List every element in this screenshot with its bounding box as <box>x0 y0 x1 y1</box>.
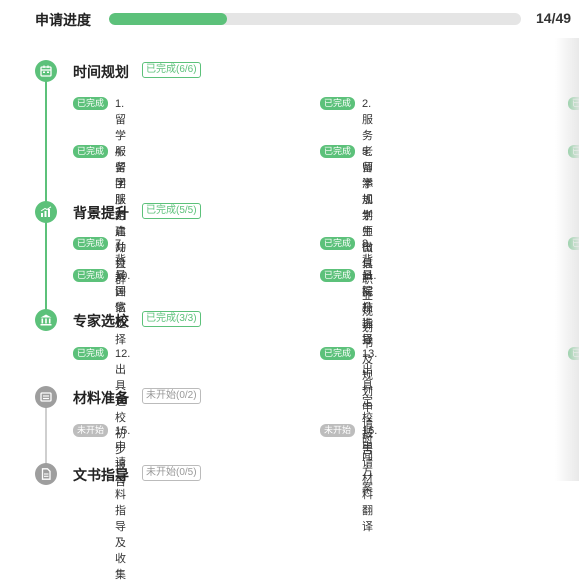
progress-count: 14/49 <box>536 10 572 26</box>
progress-header: 申请进度 14/49 <box>0 0 579 38</box>
university-icon <box>35 309 57 331</box>
status-badge: 已完成 <box>73 269 109 282</box>
section-status-badge: 未开始(0/5) <box>142 465 201 481</box>
status-badge: 已完成 <box>73 347 109 360</box>
status-badge: 未开始 <box>73 424 109 437</box>
section-title: 材料准备 <box>73 390 129 406</box>
task-label: 10.国家选择 <box>115 270 131 346</box>
status-badge: 已完成 <box>320 145 356 158</box>
task-label: 15.申请材料指导及收集 <box>115 425 131 581</box>
progress-bar <box>109 13 521 25</box>
section-status-badge: 已完成(3/3) <box>142 311 201 327</box>
section-title: 文书指导 <box>73 467 129 483</box>
status-badge: 已完成 <box>73 145 109 158</box>
progress-bar-fill <box>109 13 227 25</box>
section-title: 背景提升 <box>73 205 129 221</box>
status-badge: 已完成 <box>320 269 356 282</box>
scroll-edge-fade <box>555 38 579 481</box>
section-status-badge: 已完成(5/5) <box>142 203 201 219</box>
section-status-badge: 已完成(6/6) <box>142 62 201 78</box>
section-status-badge: 未开始(0/2) <box>142 388 201 404</box>
folder-icon <box>35 386 57 408</box>
section-title: 时间规划 <box>73 64 129 80</box>
status-badge: 已完成 <box>320 347 356 360</box>
task-label: 11.院校选择 <box>362 270 377 346</box>
page-title: 申请进度 <box>35 12 91 28</box>
task-label: 16.申请材料翻译 <box>362 425 378 533</box>
calendar-icon <box>35 60 57 82</box>
status-badge: 未开始 <box>320 424 356 437</box>
status-badge: 已完成 <box>320 97 356 110</box>
section-title: 专家选校 <box>73 313 129 329</box>
status-badge: 已完成 <box>320 237 356 250</box>
status-badge: 已完成 <box>73 237 109 250</box>
document-icon <box>35 463 57 485</box>
chart-icon <box>35 201 57 223</box>
status-badge: 已完成 <box>73 97 109 110</box>
